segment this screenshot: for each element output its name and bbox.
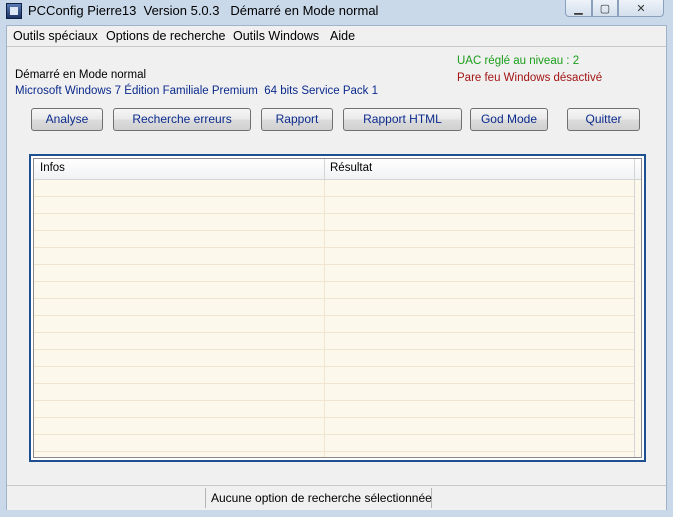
close-button[interactable]: ✕ [618,0,664,17]
os-version-label: Microsoft Windows 7 Édition Familiale Pr… [15,85,379,97]
results-grid[interactable]: Infos Résultat [33,158,642,458]
app-window: PCConfig Pierre13 Version 5.0.3 Démarré … [0,0,673,517]
god-mode-button[interactable]: God Mode [470,108,548,131]
status-panel-search: Aucune option de recherche sélectionnée [206,488,432,508]
maximize-button[interactable]: ▢ [592,0,618,17]
client-area: Outils spéciaux Options de recherche Out… [6,25,667,510]
column-header-resultat[interactable]: Résultat [330,162,372,174]
search-option-status: Aucune option de recherche sélectionnée [211,491,432,505]
menu-bar: Outils spéciaux Options de recherche Out… [7,26,666,47]
menu-outils-windows[interactable]: Outils Windows [233,29,319,43]
window-title: PCConfig Pierre13 Version 5.0.3 Démarré … [28,3,379,18]
recherche-erreurs-button[interactable]: Recherche erreurs [113,108,251,131]
menu-options-recherche[interactable]: Options de recherche [106,29,226,43]
menu-aide[interactable]: Aide [330,29,355,43]
status-panel-empty [7,488,206,508]
menu-outils-speciaux[interactable]: Outils spéciaux [13,29,98,43]
uac-status-label: UAC réglé au niveau : 2 [457,55,580,67]
title-bar[interactable]: PCConfig Pierre13 Version 5.0.3 Démarré … [0,0,673,24]
firewall-status-label: Pare feu Windows désactivé [457,72,603,84]
app-icon[interactable] [6,3,22,19]
row-column-separator [324,180,325,457]
boot-mode-label: Démarré en Mode normal [15,69,147,81]
grid-rows[interactable] [34,180,634,457]
minimize-button[interactable]: ▁ [565,0,592,17]
grid-right-edge [634,159,635,457]
rapport-button[interactable]: Rapport [261,108,333,131]
results-grid-frame: Infos Résultat [29,154,646,462]
column-divider[interactable] [324,159,325,179]
grid-header: Infos Résultat [34,159,641,180]
status-bar: Aucune option de recherche sélectionnée [7,485,666,510]
quitter-button[interactable]: Quitter [567,108,640,131]
analyse-button[interactable]: Analyse [31,108,103,131]
column-header-infos[interactable]: Infos [40,162,65,174]
rapport-html-button[interactable]: Rapport HTML [343,108,462,131]
